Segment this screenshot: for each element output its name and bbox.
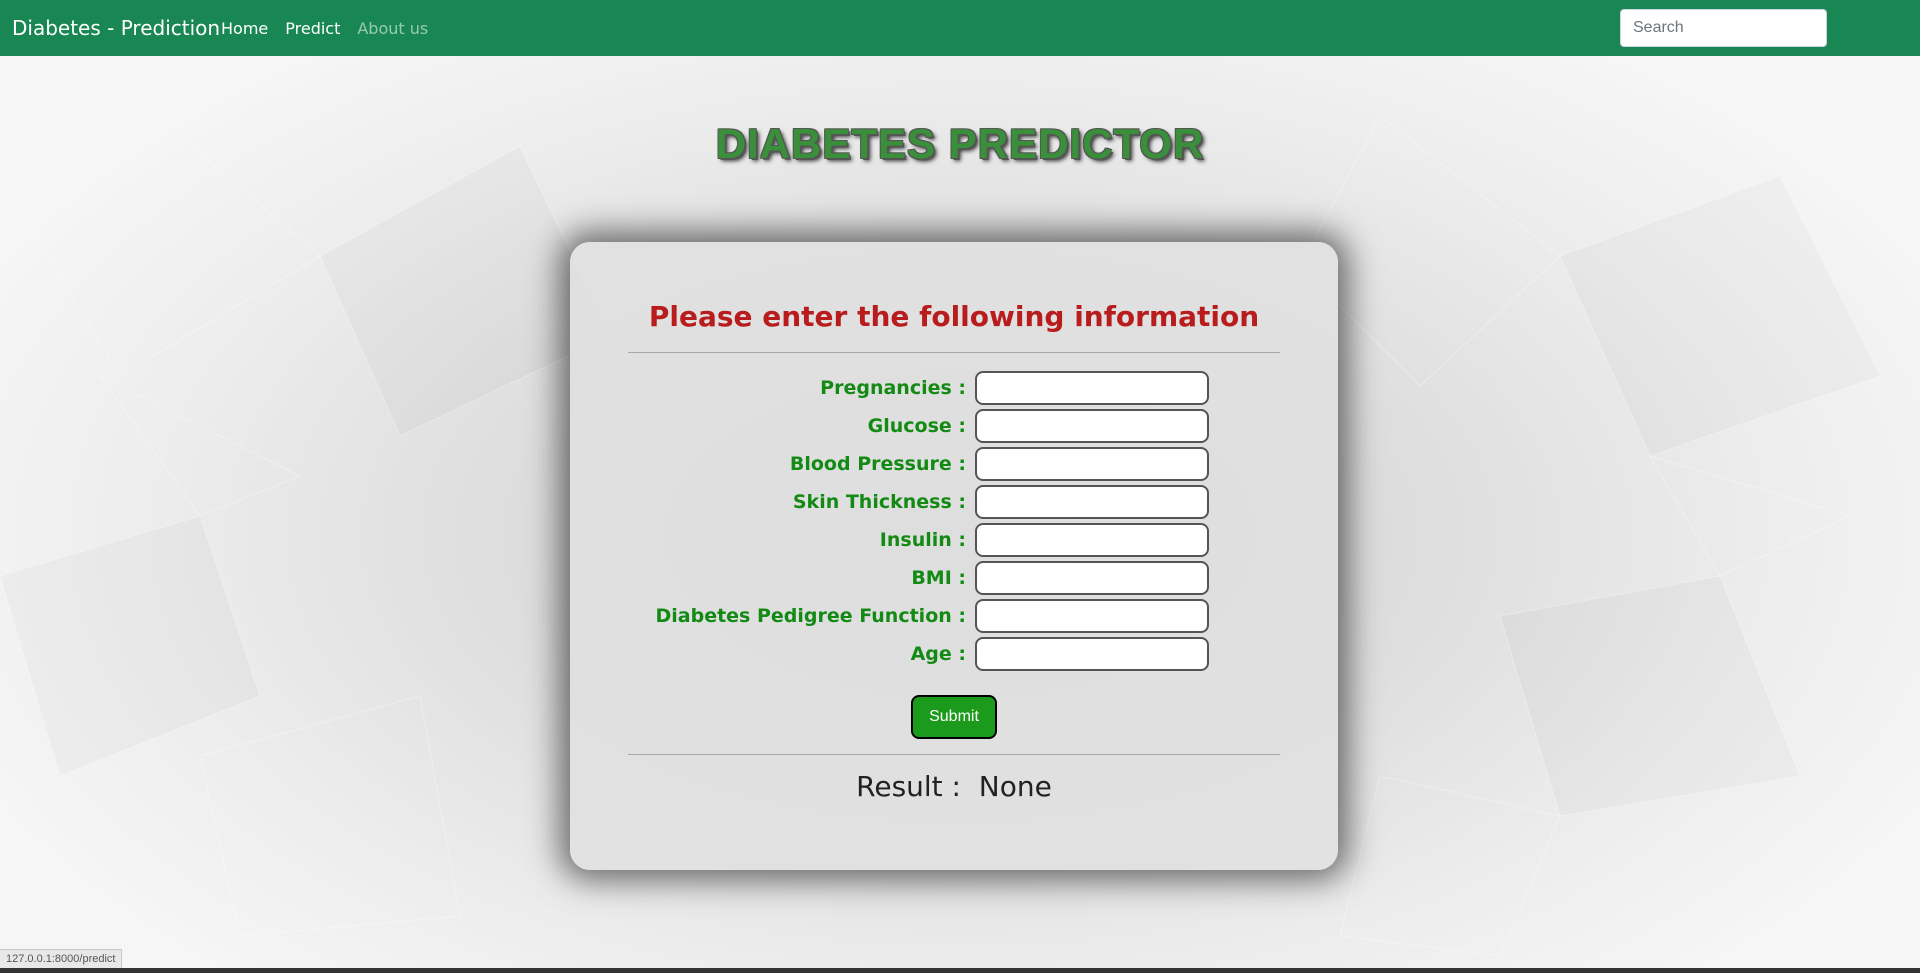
nav-link-home[interactable]: Home bbox=[221, 19, 268, 38]
submit-button[interactable]: Submit bbox=[911, 695, 997, 739]
glucose-input[interactable] bbox=[975, 409, 1209, 443]
top-navbar: Diabetes - Prediction Home Predict About… bbox=[0, 0, 1920, 56]
blood-pressure-label: Blood Pressure : bbox=[789, 453, 966, 475]
nav-link-predict[interactable]: Predict bbox=[285, 19, 340, 38]
skin-thickness-label: Skin Thickness : bbox=[792, 491, 966, 513]
status-bar-url: 127.0.0.1:8000/predict bbox=[0, 949, 123, 969]
bmi-input[interactable] bbox=[975, 561, 1209, 595]
field-row-glucose: Glucose : bbox=[570, 408, 1338, 444]
brand-link[interactable]: Diabetes - Prediction bbox=[12, 0, 220, 56]
result-text: Result : None bbox=[856, 770, 1052, 803]
nav-link-about-us[interactable]: About us bbox=[357, 19, 428, 38]
prediction-form-card: Please enter the following information P… bbox=[570, 242, 1338, 870]
age-input[interactable] bbox=[975, 637, 1209, 671]
glucose-label: Glucose : bbox=[867, 415, 966, 437]
field-row-insulin: Insulin : bbox=[570, 522, 1338, 558]
field-row-diabetes-pedigree-function: Diabetes Pedigree Function : bbox=[570, 598, 1338, 634]
form-heading: Please enter the following information bbox=[648, 300, 1260, 333]
bottom-strip bbox=[0, 968, 1920, 973]
diabetes-pedigree-function-label: Diabetes Pedigree Function : bbox=[655, 605, 966, 627]
page-title: DIABETES PREDICTOR bbox=[715, 120, 1205, 167]
diabetes-pedigree-function-input[interactable] bbox=[975, 599, 1209, 633]
divider-top bbox=[628, 352, 1280, 353]
insulin-label: Insulin : bbox=[879, 529, 966, 551]
nav-links: Home Predict About us bbox=[221, 0, 445, 56]
age-label: Age : bbox=[910, 643, 966, 665]
blood-pressure-input[interactable] bbox=[975, 447, 1209, 481]
pregnancies-label: Pregnancies : bbox=[820, 377, 966, 399]
skin-thickness-input[interactable] bbox=[975, 485, 1209, 519]
field-row-bmi: BMI : bbox=[570, 560, 1338, 596]
field-row-pregnancies: Pregnancies : bbox=[570, 370, 1338, 406]
divider-bottom bbox=[628, 754, 1280, 755]
bmi-label: BMI : bbox=[911, 567, 966, 589]
insulin-input[interactable] bbox=[975, 523, 1209, 557]
pregnancies-input[interactable] bbox=[975, 371, 1209, 405]
field-row-age: Age : bbox=[570, 636, 1338, 672]
field-row-blood-pressure: Blood Pressure : bbox=[570, 446, 1338, 482]
search-input[interactable] bbox=[1620, 9, 1827, 47]
field-row-skin-thickness: Skin Thickness : bbox=[570, 484, 1338, 520]
